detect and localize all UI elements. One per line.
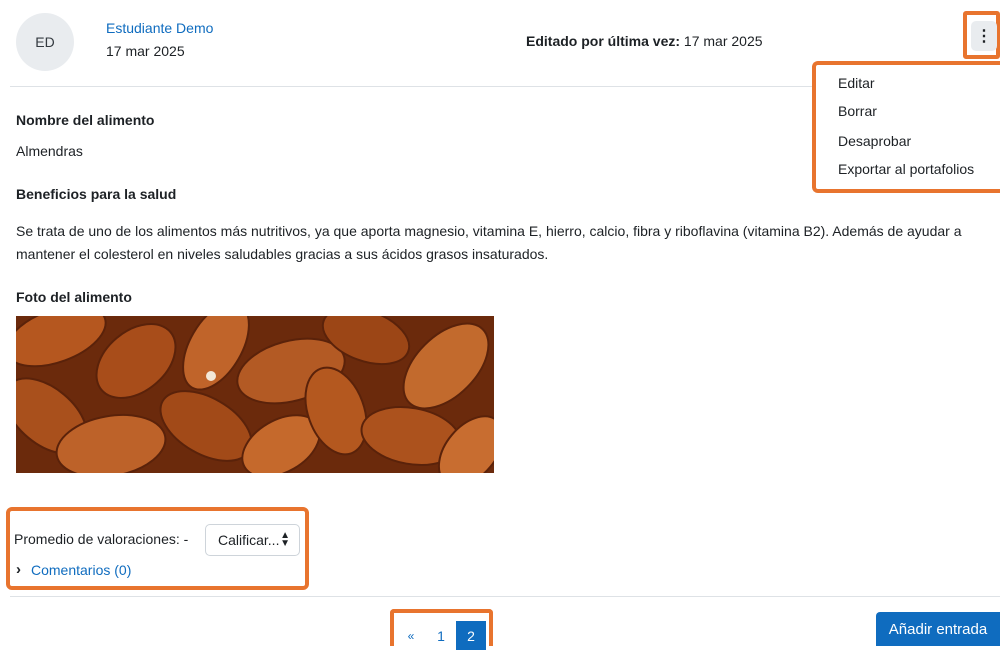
field-photo-label: Foto del alimento xyxy=(16,289,132,305)
comments-toggle[interactable]: › Comentarios (0) xyxy=(16,561,131,578)
divider xyxy=(10,596,1000,597)
sort-caret-icon: ▲ ▼ xyxy=(280,530,290,549)
actions-menu-highlight: ⋮ xyxy=(963,11,1000,59)
menu-item-export-portfolio[interactable]: Exportar al portafolios xyxy=(838,161,974,177)
food-photo xyxy=(16,316,494,473)
add-entry-button[interactable]: Añadir entrada xyxy=(876,612,1000,646)
field-benefits-line-2: mantener el colesterol en niveles saluda… xyxy=(16,246,549,262)
last-edited-label: Editado por última vez: xyxy=(526,33,681,49)
field-name-value: Almendras xyxy=(16,143,83,159)
author-name-link[interactable]: Estudiante Demo xyxy=(106,20,213,36)
last-edited-date: 17 mar 2025 xyxy=(683,33,763,49)
field-name-label: Nombre del alimento xyxy=(16,112,155,128)
menu-item-disapprove[interactable]: Desaprobar xyxy=(838,133,911,149)
actions-menu-button[interactable]: ⋮ xyxy=(971,21,997,51)
pagination-highlight: « 1 2 xyxy=(390,609,493,650)
rating-average-label: Promedio de valoraciones: - xyxy=(14,531,189,547)
rating-select-value: Calificar... xyxy=(218,532,280,548)
field-benefits-label: Beneficios para la salud xyxy=(16,186,177,202)
rating-comments-highlight: Promedio de valoraciones: - Calificar...… xyxy=(6,507,309,590)
actions-dropdown-menu: Editar Borrar Desaprobar Exportar al por… xyxy=(812,61,1000,193)
avatar: ED xyxy=(16,13,74,71)
kebab-vertical-icon: ⋮ xyxy=(976,28,992,45)
chevron-right-icon: › xyxy=(16,561,21,578)
menu-item-delete[interactable]: Borrar xyxy=(838,103,877,119)
almonds-image xyxy=(16,316,494,473)
menu-item-edit[interactable]: Editar xyxy=(838,75,875,91)
field-benefits-line-1: Se trata de uno de los alimentos más nut… xyxy=(16,223,962,239)
divider xyxy=(10,86,820,87)
entry-date: 17 mar 2025 xyxy=(106,43,185,59)
rating-select[interactable]: Calificar... ▲ ▼ xyxy=(205,524,300,556)
comments-link[interactable]: Comentarios (0) xyxy=(31,562,131,578)
last-edited: Editado por última vez: 17 mar 2025 xyxy=(526,33,763,49)
